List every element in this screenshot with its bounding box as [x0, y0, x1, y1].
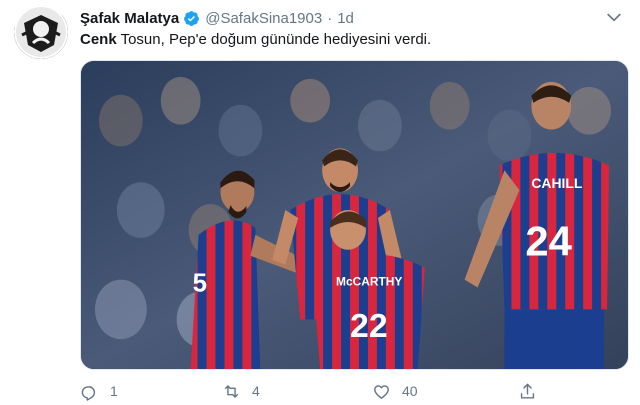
reply-icon: [81, 385, 96, 401]
tweet-photo[interactable]: 5 McCARTHY 22 CAHILL 24: [80, 60, 629, 370]
jersey-center-number: 22: [350, 307, 388, 345]
verified-badge-icon: [183, 10, 200, 27]
jersey-right-number: 24: [525, 218, 572, 265]
retweet-count: 4: [252, 383, 260, 399]
share-icon: [520, 383, 535, 399]
like-count: 40: [402, 383, 418, 399]
chevron-down-icon[interactable]: [604, 7, 624, 27]
tweet-actions: 1 4 40: [80, 380, 550, 402]
share-button[interactable]: [518, 380, 537, 402]
user-handle[interactable]: @SafakSina1903: [205, 10, 322, 27]
jersey-center-name: McCARTHY: [336, 275, 402, 289]
reply-button[interactable]: 1: [80, 380, 118, 402]
display-name[interactable]: Şafak Malatya: [80, 10, 179, 27]
tweet-text-bold: Cenk: [80, 31, 117, 48]
retweet-button[interactable]: 4: [222, 380, 260, 402]
reply-count: 1: [110, 383, 118, 399]
tweet-header: Şafak Malatya @SafakSina1903 · 1d: [80, 8, 354, 28]
tweet-text-rest: Tosun, Pep'e doğum gününde hediyesini ve…: [116, 31, 432, 48]
timestamp[interactable]: 1d: [337, 10, 354, 27]
like-button[interactable]: 40: [372, 380, 418, 402]
jersey-left-number: 5: [193, 270, 207, 298]
jersey-right-name: CAHILL: [531, 175, 583, 191]
avatar[interactable]: [14, 5, 68, 59]
retweet-icon: [224, 384, 239, 398]
tweet-text: Cenk Tosun, Pep'e doğum gününde hediyesi…: [80, 30, 431, 50]
separator-dot: ·: [327, 9, 333, 27]
heart-icon: [374, 384, 389, 399]
